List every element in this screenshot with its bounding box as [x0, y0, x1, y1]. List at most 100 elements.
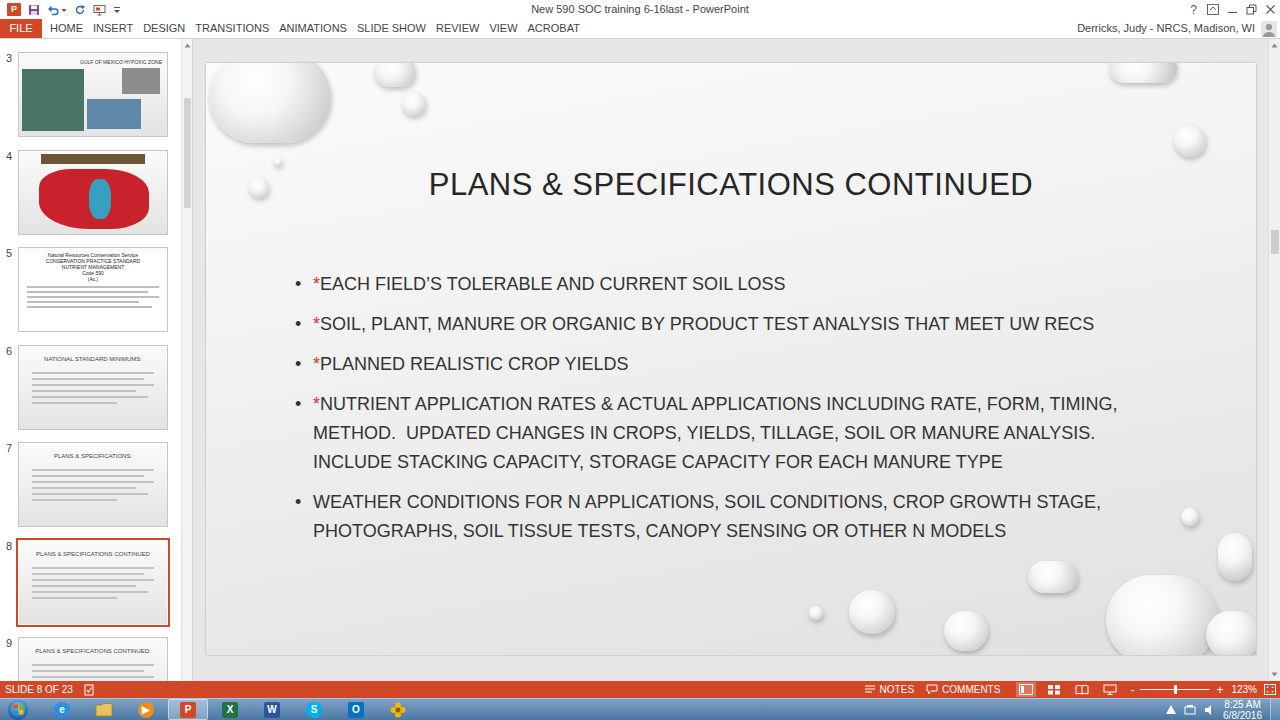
- customize-toolbar-icon[interactable]: [113, 4, 121, 16]
- ribbon-tab[interactable]: REVIEW: [431, 19, 484, 38]
- zoom-in-button[interactable]: +: [1216, 684, 1223, 696]
- minimize-icon[interactable]: [1227, 4, 1238, 15]
- ribbon-tab[interactable]: ANIMATIONS: [274, 19, 352, 38]
- ribbon-tab-label[interactable]: ACROBAT: [528, 20, 580, 37]
- slide-thumbnail[interactable]: PLANS & SPECIFICATIONS:: [18, 442, 168, 527]
- ribbon-tab[interactable]: VIEW: [484, 19, 522, 38]
- zoom-out-button[interactable]: -: [1130, 684, 1134, 696]
- taskbar-app[interactable]: [84, 699, 124, 720]
- scrollbar-thumb[interactable]: [1271, 230, 1279, 254]
- clock[interactable]: 8:25 AM6/8/2016: [1223, 699, 1262, 720]
- ribbon-tab[interactable]: SLIDE SHOW: [352, 19, 431, 38]
- reading-view-icon[interactable]: [1075, 684, 1089, 695]
- thumbnail-row[interactable]: 8PLANS & SPECIFICATIONS CONTINUED: [0, 540, 181, 625]
- scroll-up-icon[interactable]: [1271, 43, 1278, 48]
- file-tab-label[interactable]: FILE: [9, 20, 32, 37]
- taskbar-app[interactable]: X: [210, 699, 250, 720]
- thumbnail-row[interactable]: 5Natural Resources Conservation ServiceC…: [0, 247, 181, 332]
- thumbnail-row[interactable]: 3GULF OF MEXICO HYPOXIC ZONE: [0, 52, 181, 137]
- sorter-view-icon[interactable]: [1047, 684, 1061, 695]
- close-icon[interactable]: [1265, 4, 1276, 15]
- network-icon[interactable]: [1184, 704, 1196, 716]
- ribbon-tab-label[interactable]: REVIEW: [436, 20, 479, 37]
- slide-thumbnail[interactable]: Natural Resources Conservation ServiceCO…: [18, 247, 168, 332]
- file-tab[interactable]: FILE: [0, 19, 42, 38]
- slide-thumbnail[interactable]: PLANS & SPECIFICATIONS CONTINUED: [18, 540, 168, 625]
- thumbnail-row[interactable]: 6NATIONAL STANDARD MINIMUMS:: [0, 345, 181, 430]
- undo-dropdown-icon[interactable]: [61, 4, 67, 16]
- scrollbar-thumb[interactable]: [184, 98, 191, 208]
- bullet-list[interactable]: •*EACH FIELD’S TOLERABLE AND CURRENT SOI…: [206, 270, 1256, 546]
- start-slideshow-icon[interactable]: [93, 4, 106, 16]
- taskbar-app[interactable]: W: [252, 699, 292, 720]
- folder-icon[interactable]: [95, 702, 113, 717]
- zoom-slider[interactable]: [1140, 689, 1210, 690]
- thumbnail-row[interactable]: 4: [0, 150, 181, 235]
- bullet-item[interactable]: •*SOIL, PLANT, MANURE OR ORGANIC BY PROD…: [295, 310, 1256, 339]
- taskbar-app[interactable]: e: [42, 699, 82, 720]
- ribbon-tab-label[interactable]: ANIMATIONS: [279, 20, 347, 37]
- view-button[interactable]: [1044, 682, 1064, 697]
- slideshow-view-icon[interactable]: [1103, 684, 1117, 695]
- notification-icon[interactable]: [1165, 704, 1177, 716]
- thumbnail-scrollbar[interactable]: [181, 39, 192, 681]
- ribbon-tab[interactable]: DESIGN: [138, 19, 190, 38]
- ribbon-tab-label[interactable]: SLIDE SHOW: [357, 20, 426, 37]
- media-icon[interactable]: ▶: [138, 702, 154, 718]
- skype-icon[interactable]: S: [306, 702, 322, 718]
- ribbon-tab[interactable]: INSERT: [88, 19, 138, 38]
- zoom-level[interactable]: 123%: [1231, 685, 1257, 695]
- browser-icon[interactable]: e: [54, 702, 70, 718]
- bullet-item[interactable]: •*NUTRIENT APPLICATION RATES & ACTUAL AP…: [295, 390, 1256, 477]
- slide-thumbnail[interactable]: [18, 150, 168, 235]
- bullet-item[interactable]: •*EACH FIELD’S TOLERABLE AND CURRENT SOI…: [295, 270, 1256, 299]
- ribbon-tab-label[interactable]: INSERT: [93, 20, 133, 37]
- start-button[interactable]: [8, 700, 28, 720]
- flower-icon[interactable]: [390, 702, 406, 718]
- taskbar-app[interactable]: ▶: [126, 699, 166, 720]
- app-icon[interactable]: P: [7, 3, 21, 16]
- clock-date[interactable]: 6/8/2016: [1223, 710, 1262, 720]
- spell-check-icon[interactable]: [83, 684, 95, 696]
- taskbar-app[interactable]: P: [168, 699, 208, 720]
- comments-button[interactable]: COMMENTS: [926, 684, 1000, 695]
- undo-icon[interactable]: [47, 4, 59, 16]
- notes-label[interactable]: NOTES: [880, 685, 914, 695]
- ribbon-tab[interactable]: ACROBAT: [523, 19, 585, 38]
- ribbon-tab-label[interactable]: DESIGN: [143, 20, 185, 37]
- taskbar-app[interactable]: O: [336, 699, 376, 720]
- bullet-item[interactable]: •WEATHER CONDITIONS FOR N APPLICATIONS, …: [295, 488, 1256, 546]
- ribbon-tab-label[interactable]: HOME: [50, 20, 83, 37]
- comments-label[interactable]: COMMENTS: [942, 685, 1000, 695]
- taskbar-app[interactable]: S: [294, 699, 334, 720]
- slide-thumbnail[interactable]: PLANS & SPECIFICATIONS CONTINUED:: [18, 637, 168, 681]
- redo-icon[interactable]: [74, 4, 86, 16]
- view-button[interactable]: [1016, 682, 1036, 697]
- scroll-up-icon[interactable]: [184, 43, 191, 48]
- slide-title[interactable]: PLANS & SPECIFICATIONS CONTINUED: [206, 63, 1256, 205]
- account-name[interactable]: Derricks, Judy - NRCS, Madison, WI: [1077, 20, 1255, 37]
- scroll-down-icon[interactable]: [1271, 672, 1278, 677]
- thumbnail-row[interactable]: 9PLANS & SPECIFICATIONS CONTINUED:: [0, 637, 181, 681]
- fit-to-window-icon[interactable]: [1264, 684, 1276, 695]
- ribbon-tab-label[interactable]: VIEW: [489, 20, 517, 37]
- slide-thumbnail[interactable]: GULF OF MEXICO HYPOXIC ZONE: [18, 52, 168, 137]
- slide-thumbnail[interactable]: NATIONAL STANDARD MINIMUMS:: [18, 345, 168, 430]
- help-button[interactable]: ?: [1188, 4, 1199, 16]
- ribbon-tab-label[interactable]: TRANSITIONS: [195, 20, 269, 37]
- show-desktop-button[interactable]: [1270, 699, 1280, 720]
- taskbar-app[interactable]: [378, 699, 418, 720]
- restore-icon[interactable]: [1246, 4, 1257, 15]
- bullet-item[interactable]: •*PLANNED REALISTIC CROP YIELDS: [295, 350, 1256, 379]
- powerpoint-icon[interactable]: P: [180, 702, 196, 718]
- volume-icon[interactable]: [1203, 704, 1215, 716]
- outlook-icon[interactable]: O: [348, 702, 364, 718]
- ribbon-display-icon[interactable]: [1207, 4, 1219, 15]
- save-icon[interactable]: [28, 4, 40, 16]
- ribbon-tab[interactable]: TRANSITIONS: [190, 19, 274, 38]
- slide-scrollbar[interactable]: [1268, 39, 1280, 681]
- account-avatar-icon[interactable]: [1261, 21, 1277, 37]
- notes-button[interactable]: NOTES: [864, 684, 914, 695]
- normal-view-icon[interactable]: [1019, 684, 1033, 695]
- thumbnail-row[interactable]: 7PLANS & SPECIFICATIONS:: [0, 442, 181, 527]
